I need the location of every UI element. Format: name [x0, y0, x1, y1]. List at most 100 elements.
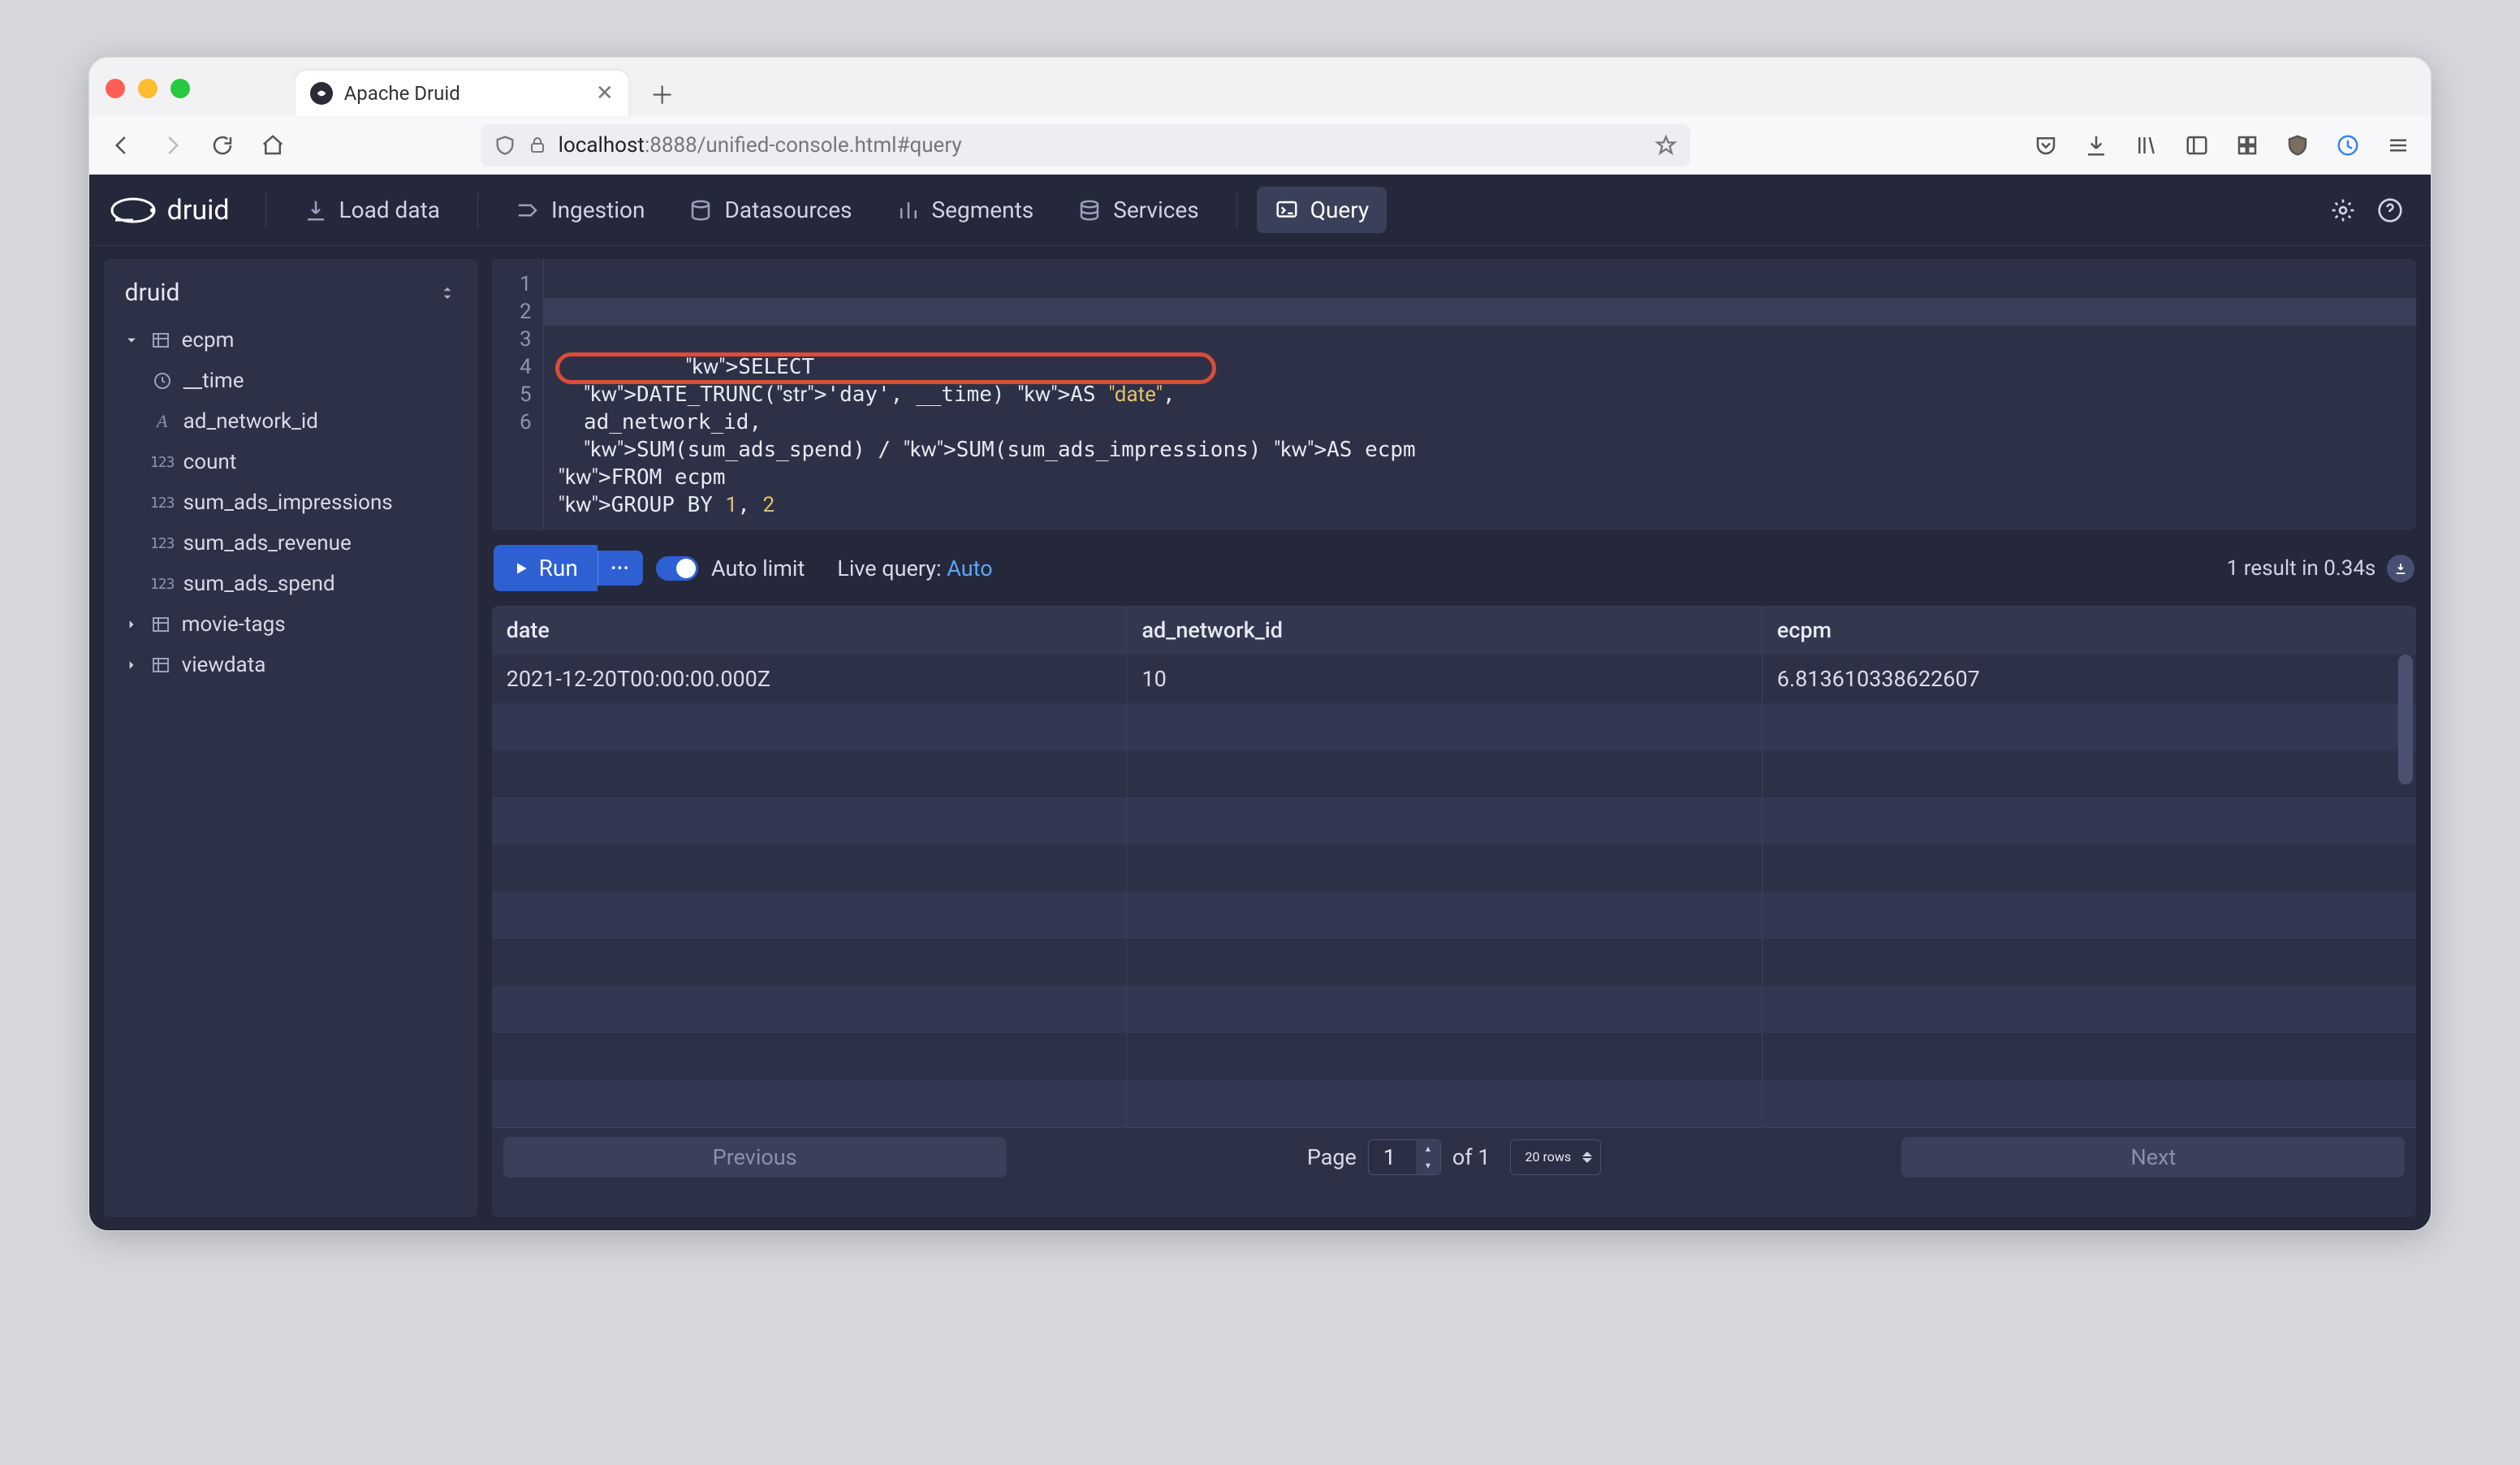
home-button[interactable]: [252, 124, 294, 166]
close-window-icon[interactable]: [106, 79, 125, 98]
table-row: [492, 986, 2417, 1033]
editor-gutter: 123456: [492, 259, 544, 530]
brand-text: druid: [167, 194, 230, 227]
string-icon: A: [151, 410, 174, 433]
pager: Previous Page 1 ▴▾ of 1: [492, 1127, 2417, 1186]
table-icon: [149, 613, 172, 636]
table-row: [492, 1033, 2417, 1080]
nav-load-data[interactable]: Load data: [286, 187, 458, 233]
reload-button[interactable]: [201, 124, 244, 166]
brand-logo[interactable]: druid: [110, 192, 230, 229]
table-row: [492, 703, 2417, 750]
table-row: 2021-12-20T00:00:00.000Z106.813610338622…: [492, 655, 2417, 703]
datasource-item[interactable]: viewdata: [115, 645, 466, 685]
column-item[interactable]: 123sum_ads_impressions: [115, 482, 466, 523]
scrollbar[interactable]: [2398, 655, 2413, 784]
tab-title: Apache Druid: [344, 82, 585, 105]
table-row: [492, 892, 2417, 939]
sidebar-title: druid: [125, 279, 180, 307]
lock-icon: [528, 136, 547, 155]
table-icon: [149, 329, 172, 352]
app-header: druid Load data Ingestion Datasources Se…: [89, 175, 2432, 246]
browser-window: Apache Druid ✕ ＋ localhost:8888/unified-…: [88, 57, 2432, 1231]
cell: 10: [1127, 655, 1762, 703]
maximize-window-icon[interactable]: [170, 79, 190, 98]
download-results-icon[interactable]: [2387, 555, 2414, 582]
table-header-row: datead_network_idecpm: [492, 606, 2417, 655]
run-more-button[interactable]: •••: [598, 551, 643, 586]
nav-segments[interactable]: Segments: [878, 187, 1052, 233]
datasource-item[interactable]: ecpm: [115, 320, 466, 361]
table-row: [492, 750, 2417, 797]
help-icon[interactable]: [2371, 191, 2410, 230]
column-item[interactable]: 123sum_ads_spend: [115, 564, 466, 604]
menu-button[interactable]: [2377, 124, 2419, 166]
window-controls: [106, 79, 190, 98]
browser-tab[interactable]: Apache Druid ✕: [296, 71, 628, 116]
live-query-label: Live query: Auto: [837, 555, 992, 581]
column-item[interactable]: Aad_network_id: [115, 401, 466, 442]
extension2-icon[interactable]: [2327, 124, 2369, 166]
table-row: [492, 1080, 2417, 1127]
of-label: of 1: [1452, 1144, 1491, 1170]
column-header[interactable]: ad_network_id: [1127, 606, 1762, 655]
clock-icon: [151, 369, 174, 392]
column-item[interactable]: 123count: [115, 442, 466, 482]
url-text: localhost:8888/unified-console.html#quer…: [559, 133, 962, 158]
number-icon: 123: [151, 573, 174, 595]
sidebar-icon[interactable]: [2176, 124, 2218, 166]
ublock-icon[interactable]: [2276, 124, 2319, 166]
shield-icon: [494, 134, 516, 157]
downloads-icon[interactable]: [2075, 124, 2117, 166]
extension1-icon[interactable]: [2226, 124, 2268, 166]
library-icon[interactable]: [2125, 124, 2168, 166]
auto-limit-label: Auto limit: [711, 555, 805, 581]
forward-button[interactable]: [151, 124, 193, 166]
table-row: [492, 939, 2417, 986]
browser-toolbar: localhost:8888/unified-console.html#quer…: [89, 116, 2432, 175]
live-query-value[interactable]: Auto: [947, 555, 992, 581]
number-icon: 123: [151, 491, 174, 514]
nav-ingestion[interactable]: Ingestion: [498, 187, 663, 233]
results-table: datead_network_idecpm 2021-12-20T00:00:0…: [492, 606, 2417, 1127]
sort-icon[interactable]: [438, 284, 456, 302]
nav-services[interactable]: Services: [1059, 187, 1217, 233]
table-icon: [149, 654, 172, 676]
datasource-item[interactable]: movie-tags: [115, 604, 466, 645]
rows-select[interactable]: 20 rows: [1510, 1139, 1602, 1175]
schema-sidebar: druid ecpm__timeAad_network_id123count12…: [104, 259, 477, 1217]
previous-button[interactable]: Previous: [503, 1137, 1007, 1178]
back-button[interactable]: [101, 124, 143, 166]
tab-favicon: [310, 82, 333, 105]
table-row: [492, 797, 2417, 845]
minimize-window-icon[interactable]: [138, 79, 158, 98]
address-bar[interactable]: localhost:8888/unified-console.html#quer…: [481, 124, 1690, 166]
run-bar: Run ••• Auto limit Live query: Auto 1 re…: [492, 542, 2417, 594]
run-button[interactable]: Run: [494, 545, 598, 591]
next-button[interactable]: Next: [1901, 1137, 2405, 1178]
sidebar-header[interactable]: druid: [112, 270, 469, 315]
new-tab-button[interactable]: ＋: [645, 76, 680, 111]
page-label: Page: [1307, 1144, 1357, 1170]
pocket-icon[interactable]: [2025, 124, 2067, 166]
settings-icon[interactable]: [2324, 191, 2362, 230]
run-button-group: Run •••: [494, 545, 643, 591]
auto-limit-toggle[interactable]: [656, 556, 698, 581]
bookmark-icon[interactable]: [1655, 134, 1677, 157]
number-icon: 123: [151, 451, 174, 473]
number-icon: 123: [151, 532, 174, 555]
sql-editor[interactable]: 123456 "kw">SELECT "kw">DATE_TRUNC("str"…: [492, 259, 2417, 530]
cell: 2021-12-20T00:00:00.000Z: [492, 655, 1127, 703]
page-input[interactable]: 1 ▴▾: [1368, 1139, 1441, 1175]
column-item[interactable]: __time: [115, 361, 466, 401]
close-tab-icon[interactable]: ✕: [596, 81, 614, 106]
column-header[interactable]: date: [492, 606, 1127, 655]
column-header[interactable]: ecpm: [1762, 606, 2416, 655]
column-item[interactable]: 123sum_ads_revenue: [115, 523, 466, 564]
druid-app: druid Load data Ingestion Datasources Se…: [89, 175, 2432, 1230]
highlight-annotation: [555, 352, 1216, 384]
nav-datasources[interactable]: Datasources: [671, 187, 869, 233]
nav-query[interactable]: Query: [1257, 187, 1387, 233]
result-info: 1 result in 0.34s: [2227, 556, 2376, 581]
editor-code[interactable]: "kw">SELECT "kw">DATE_TRUNC("str">'day',…: [544, 259, 2417, 530]
